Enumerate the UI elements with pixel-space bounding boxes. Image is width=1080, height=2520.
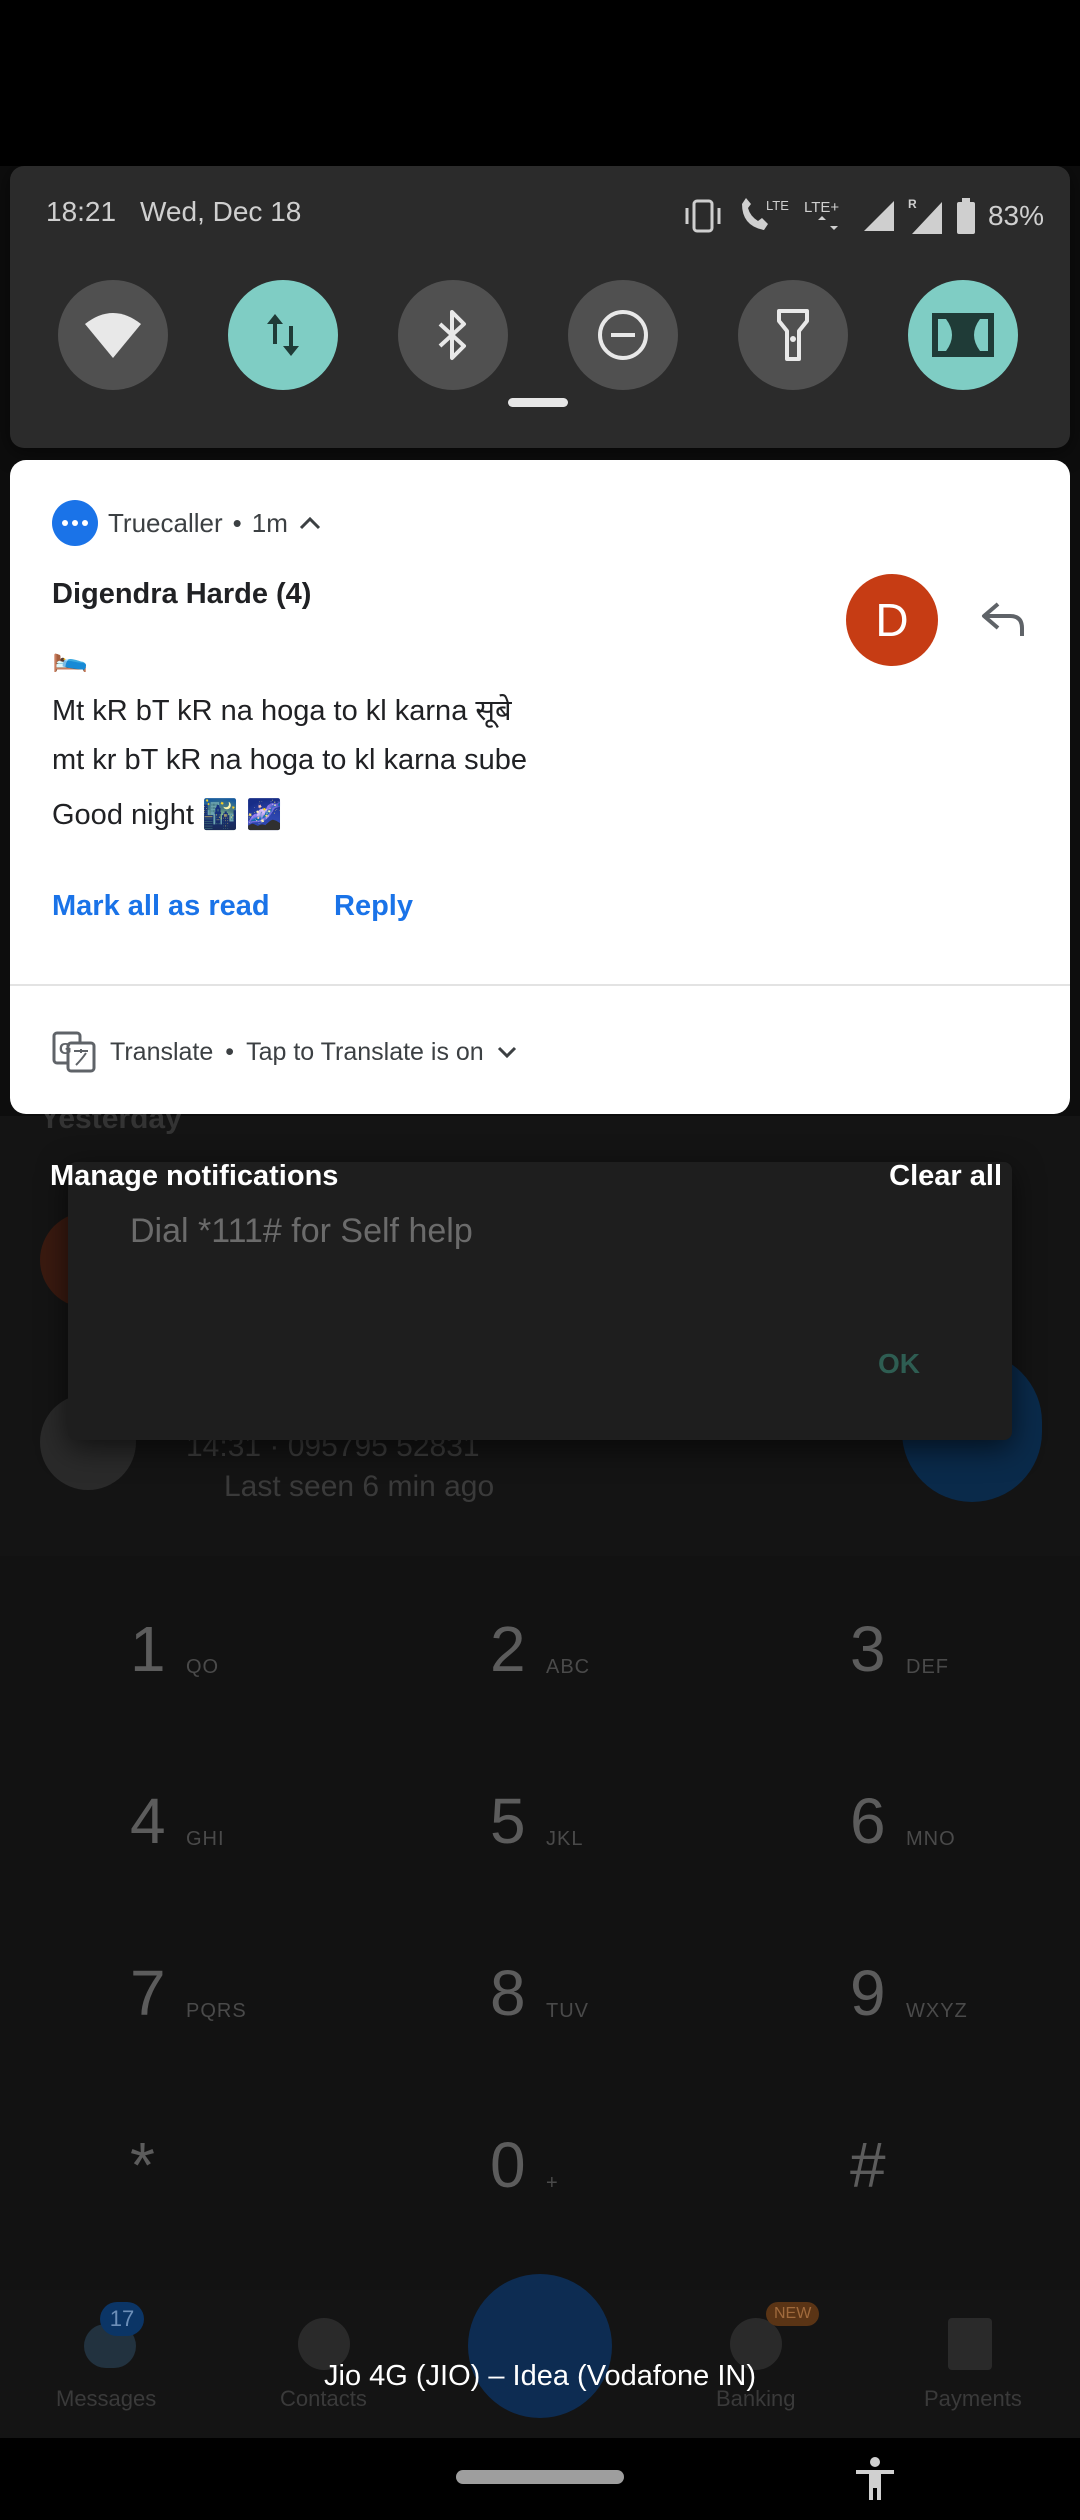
keypad-key: * [130, 2129, 155, 2201]
banking-new-badge: NEW [766, 2302, 820, 2326]
svg-text:G: G [59, 1041, 71, 1058]
message-line: Good night 🌃 🌌 [52, 799, 283, 831]
messages-badge: 17 [100, 2302, 144, 2336]
reply-button[interactable]: Reply [334, 890, 413, 923]
expand-handle[interactable] [508, 398, 568, 407]
app-name: Truecaller [108, 507, 223, 538]
truecaller-notification[interactable]: Truecaller • 1m Digendra Harde (4) D 🛌 M… [10, 460, 1070, 1114]
signal-roaming-icon-sim2: R [908, 197, 942, 234]
date[interactable]: Wed, Dec 18 [140, 196, 301, 228]
dolby-icon [932, 313, 994, 357]
top-black-area [0, 0, 1080, 166]
separator-dot: • [225, 1037, 235, 1066]
keypad-key: 6 MNO [850, 1785, 956, 1857]
translate-text: Tap to Translate is on [246, 1037, 484, 1066]
translate-notification[interactable]: G Translate • Tap to Translate is on [52, 1028, 518, 1076]
notification-header[interactable]: Truecaller • 1m [52, 500, 322, 546]
reply-icon[interactable] [978, 598, 1028, 642]
status-bar: 18:21 Wed, Dec 18 LTE LTE+ R 83% [36, 196, 1044, 244]
dialog-ok-button: OK [878, 1348, 920, 1379]
vibrate-icon [685, 199, 721, 233]
home-gesture-pill[interactable] [456, 2470, 624, 2484]
translate-app-name: Translate [110, 1037, 214, 1066]
volte-call-icon: LTE [741, 198, 789, 230]
bluetooth-icon [438, 310, 466, 360]
keypad-key: 2 ABC [490, 1613, 591, 1685]
quick-settings-panel: 18:21 Wed, Dec 18 LTE LTE+ R 83% [10, 166, 1070, 448]
keypad-key: 0 + [490, 2129, 559, 2201]
status-icons: LTE LTE+ R 83% [682, 196, 1044, 236]
keypad-key: 4 GHI [130, 1785, 225, 1857]
signal-icon-sim1 [863, 201, 894, 231]
mark-all-read-button[interactable]: Mark all as read [52, 890, 270, 923]
dolby-tile[interactable] [908, 280, 1018, 390]
message-line: Mt kR bT kR na hoga to kl karna सूबे [52, 695, 512, 727]
flashlight-tile[interactable] [738, 280, 848, 390]
keypad-key: 3 DEF [850, 1613, 949, 1685]
svg-text:LTE: LTE [766, 198, 789, 213]
keypad-key: 8 TUV [490, 1957, 589, 2029]
clear-all-button[interactable]: Clear all [889, 1160, 1002, 1193]
keypad-key: 7 PQRS [130, 1957, 247, 2029]
flashlight-icon [777, 309, 809, 361]
truecaller-chat-icon [52, 500, 98, 546]
divider [10, 984, 1070, 986]
keypad-key: 1 QO [130, 1613, 220, 1685]
wifi-icon [85, 313, 141, 358]
last-seen-text: Last seen 6 min ago [224, 1470, 495, 1503]
notification-time: 1m [251, 507, 288, 538]
separator-dot: • [232, 507, 242, 538]
mobile-data-tile[interactable] [228, 280, 338, 390]
message-line: mt kr bT kR na hoga to kl karna sube [52, 744, 527, 776]
svg-text:LTE+: LTE+ [804, 199, 839, 216]
avatar: D [846, 574, 938, 666]
keypad-key: 9 WXYZ [850, 1957, 968, 2029]
battery-icon [956, 198, 975, 234]
chevron-up-icon[interactable] [298, 515, 322, 531]
ussd-dialog: Dial *111# for Self help OK [68, 1162, 1012, 1440]
wifi-tile[interactable] [58, 280, 168, 390]
manage-notifications-button[interactable]: Manage notifications [50, 1160, 338, 1193]
do-not-disturb-icon [598, 310, 648, 360]
dnd-tile[interactable] [568, 280, 678, 390]
keypad-key: 5 JKL [490, 1785, 584, 1857]
lte-plus-icon: LTE+ [804, 199, 839, 230]
clock: 18:21 [46, 196, 117, 227]
bluetooth-tile[interactable] [398, 280, 508, 390]
keypad-key: # [850, 2129, 886, 2201]
svg-text:R: R [908, 197, 917, 211]
chevron-down-icon[interactable] [496, 1044, 518, 1060]
message-line: 🛌 [52, 641, 89, 673]
google-translate-icon: G [52, 1031, 96, 1073]
sender-name: Digendra Harde (4) [52, 578, 312, 610]
accessibility-icon[interactable] [852, 2456, 898, 2502]
data-arrows-icon [267, 314, 299, 356]
dialpad-fab [468, 2274, 612, 2418]
dialog-message: Dial *111# for Self help [130, 1212, 473, 1250]
carrier-label: Jio 4G (JIO) – Idea (Vodafone IN) [324, 2360, 756, 2392]
battery-percentage: 83% [987, 200, 1044, 231]
